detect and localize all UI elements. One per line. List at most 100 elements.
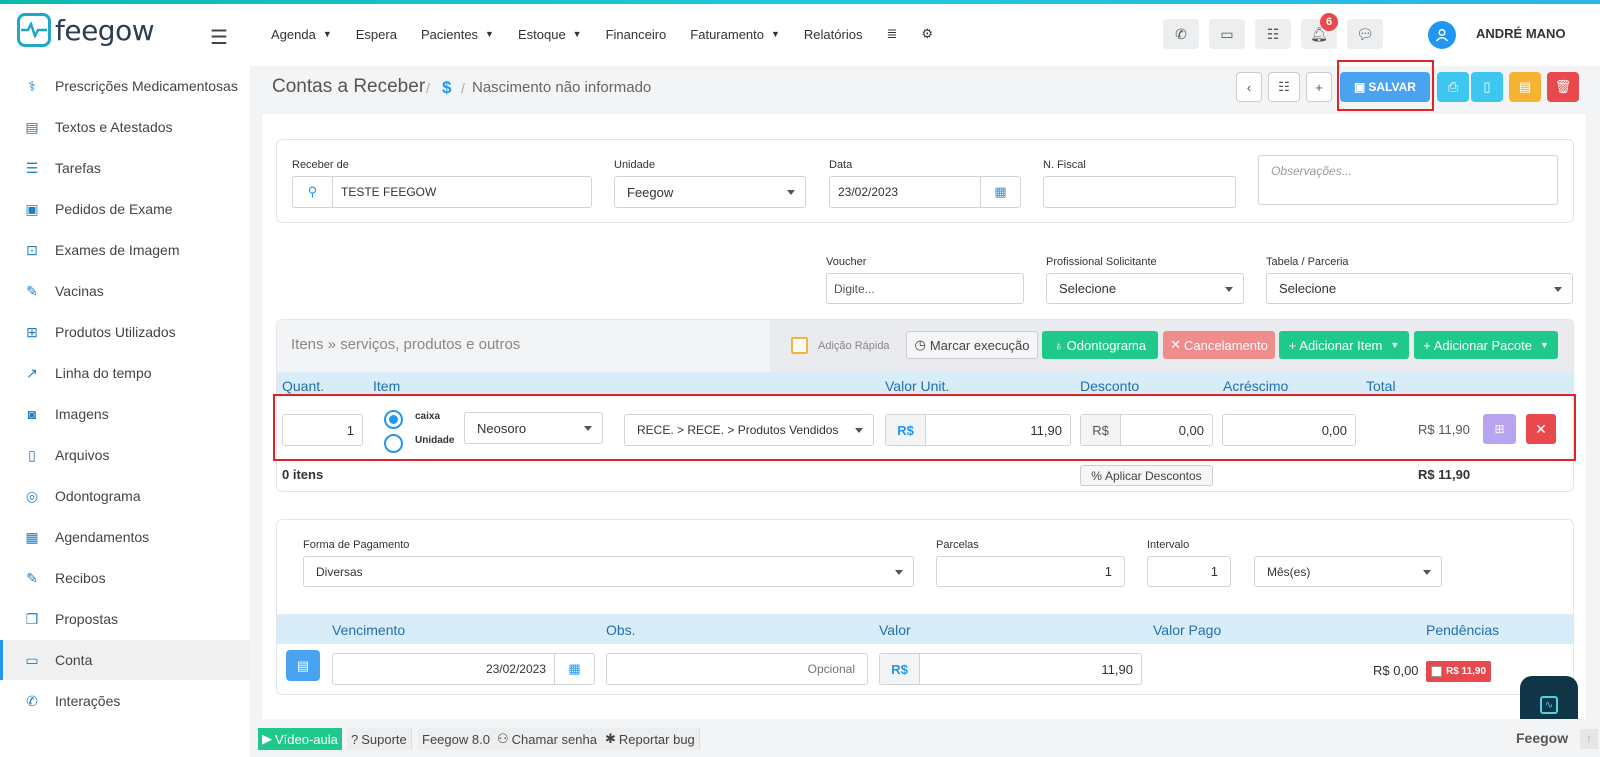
nav-financeiro[interactable]: Financeiro [606, 26, 667, 42]
nav-estoque[interactable]: Estoque ▼ [518, 26, 582, 42]
suporte-button[interactable]: ? Suporte [347, 728, 412, 750]
nav-faturamento[interactable]: Faturamento ▼ [690, 26, 780, 42]
odontograma-button[interactable]: ♁ Odontograma [1042, 331, 1158, 359]
sidebar-item-conta[interactable]: ▭ Conta [0, 640, 250, 680]
observacoes-field[interactable]: Observações... [1258, 155, 1558, 205]
gear-icon[interactable]: ⚙ [921, 26, 933, 42]
video-icon: ▶ [262, 731, 272, 746]
col-vencimento: Vencimento [332, 622, 406, 638]
sidebar-item-pedidos[interactable]: ▣ Pedidos de Exame [0, 189, 250, 229]
forma-label: Forma de Pagamento [303, 539, 410, 551]
chamar-senha-button[interactable]: ⚇ Chamar senha [493, 728, 602, 750]
chevron-down-icon: ▼ [485, 29, 494, 39]
nav-relatorios[interactable]: Relatórios [804, 26, 863, 42]
sidebar-item-agendamentos[interactable]: ▦ Agendamentos [0, 517, 250, 557]
chat-icon[interactable]: 💬︎ [1347, 19, 1383, 49]
adicionar-item-button[interactable]: + Adicionar Item ▼ [1279, 331, 1409, 359]
tabela-select[interactable]: Selecione [1266, 273, 1573, 304]
xray-icon: ⊡ [26, 241, 38, 258]
col-total: Total [1366, 378, 1396, 394]
sidebar-item-exames[interactable]: ⊡ Exames de Imagem [0, 230, 250, 270]
sidebar-item-vacinas[interactable]: ✎ Vacinas [0, 271, 250, 311]
prof-select[interactable]: Selecione [1046, 273, 1244, 304]
nav-espera[interactable]: Espera [356, 26, 397, 42]
money-icon: ▭ [25, 651, 39, 668]
phone-icon[interactable]: ✆ [1163, 19, 1199, 49]
file-button[interactable]: ▯ [1471, 72, 1503, 102]
sidebar-item-interacoes[interactable]: ✆ Interações [0, 681, 250, 721]
obs-field[interactable]: Opcional [606, 653, 868, 685]
database-icon[interactable]: ≣ [886, 26, 897, 42]
col-obs: Obs. [606, 622, 636, 638]
sidebar-item-recibos[interactable]: ✎ Recibos [0, 558, 250, 598]
calendar-icon[interactable]: ▦ [554, 654, 594, 684]
fiscal-field[interactable] [1043, 176, 1236, 208]
intervalo-field[interactable]: 1 [1147, 556, 1231, 587]
installment-button[interactable]: ▤ [286, 650, 320, 681]
breadcrumb-separator: / [426, 80, 430, 96]
reportar-bug-button[interactable]: ✱ Reportar bug [601, 728, 700, 750]
checklist-icon[interactable]: ☷ [1255, 19, 1291, 49]
parcelas-value: 1 [1104, 564, 1112, 579]
sidebar-item-prescricoes[interactable]: ⚕ Prescrições Medicamentosas [0, 66, 250, 106]
nav-pacientes[interactable]: Pacientes ▼ [421, 26, 494, 42]
phone-icon: ✆ [26, 692, 38, 709]
scroll-top-button[interactable]: ↑ [1580, 729, 1598, 749]
unidade-select[interactable]: Feegow [614, 176, 806, 208]
add-button[interactable]: + [1306, 72, 1332, 102]
adicao-checkbox[interactable] [791, 337, 808, 354]
forma-select[interactable]: Diversas [303, 556, 914, 587]
avatar[interactable] [1428, 21, 1456, 49]
document-button[interactable]: ▤ [1509, 72, 1541, 102]
payment-column-header [277, 614, 1573, 644]
lifering-icon: ◎ [25, 487, 39, 504]
cancelamento-button[interactable]: ✕ Cancelamento [1163, 331, 1275, 359]
chart-line-icon: ↗ [26, 364, 38, 381]
currency-prefix: R$ [880, 654, 920, 684]
pendencia-badge[interactable]: R$ 11,90 [1426, 661, 1492, 682]
file-icon: ▯ [28, 446, 36, 463]
nav-agenda[interactable]: Agenda ▼ [271, 26, 332, 42]
sidebar-item-imagens[interactable]: ◙ Imagens [0, 394, 250, 434]
parcelas-field[interactable]: 1 [936, 556, 1125, 587]
sidebar-item-textos[interactable]: ▤ Textos e Atestados [0, 107, 250, 147]
parcelas-label: Parcelas [936, 539, 979, 551]
delete-button[interactable]: 🗑︎ [1547, 72, 1579, 102]
footer-brand: Feegow [1516, 730, 1569, 746]
logo[interactable]: feegow [17, 13, 155, 47]
sidebar-item-linha[interactable]: ↗ Linha do tempo [0, 353, 250, 393]
sidebar-item-propostas[interactable]: ❐ Propostas [0, 599, 250, 639]
marcar-execucao-button[interactable]: ◷ Marcar execução [906, 331, 1038, 359]
menu-toggle-icon[interactable]: ☰ [210, 25, 228, 50]
prof-label: Profissional Solicitante [1046, 256, 1157, 268]
items-sum: R$ 11,90 [1418, 467, 1471, 482]
valor-field[interactable]: R$ 11,90 [879, 653, 1142, 685]
calendar-icon[interactable]: ▦ [980, 177, 1020, 207]
vencimento-field[interactable]: 23/02/2023 ▦ [332, 653, 595, 685]
valor-pago: R$ 0,00 [1373, 663, 1419, 678]
user-name[interactable]: ANDRÉ MANO [1476, 26, 1566, 41]
users-icon: ⚇ [497, 731, 509, 746]
col-item: Item [373, 378, 401, 394]
print-button[interactable]: ⎙ [1437, 72, 1469, 102]
items-title: Itens » serviços, produtos e outros [291, 336, 521, 353]
periodo-select[interactable]: Mês(es) [1254, 556, 1442, 587]
sidebar-item-arquivos[interactable]: ▯ Arquivos [0, 435, 250, 475]
voucher-field[interactable]: Digite... [826, 273, 1024, 304]
aplicar-descontos-button[interactable]: % Aplicar Descontos [1080, 465, 1213, 486]
receber-field[interactable]: ⚲ TESTE FEEGOW [292, 176, 592, 208]
adicionar-pacote-button[interactable]: + Adicionar Pacote ▼ [1414, 331, 1558, 359]
prof-value: Selecione [1059, 281, 1117, 296]
video-aula-button[interactable]: ▶ Vídeo-aula [258, 728, 342, 750]
pendencia-checkbox[interactable] [1431, 666, 1442, 677]
unidade-value: Feegow [627, 184, 674, 200]
inbox-icon[interactable]: ▭ [1209, 19, 1245, 49]
sidebar-item-tarefas[interactable]: ☰ Tarefas [0, 148, 250, 188]
list-button[interactable]: ☷ [1268, 72, 1300, 102]
back-button[interactable]: ‹ [1236, 72, 1262, 102]
logo-text: feegow [55, 13, 155, 47]
sidebar-item-produtos[interactable]: ⊞ Produtos Utilizados [0, 312, 250, 352]
data-field[interactable]: 23/02/2023 ▦ [829, 176, 1021, 208]
tooth-icon: ♁ [1053, 337, 1064, 353]
sidebar-item-odontograma[interactable]: ◎ Odontograma [0, 476, 250, 516]
